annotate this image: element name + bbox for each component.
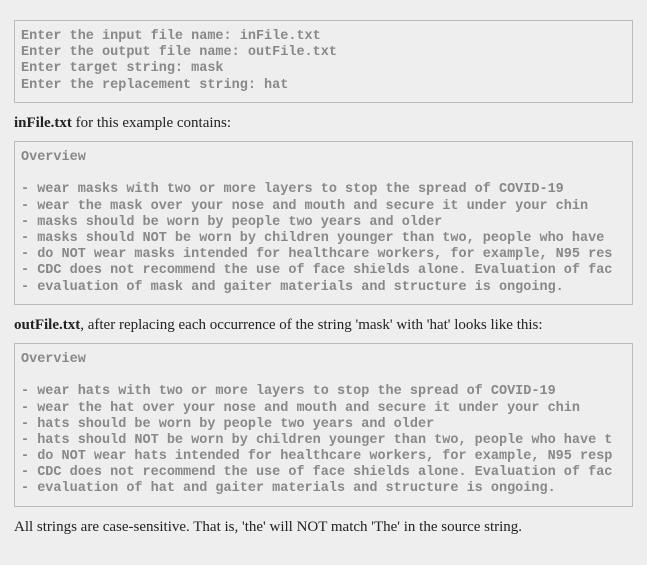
- infile-caption: inFile.txt for this example contains:: [14, 113, 633, 133]
- case-sensitive-note: All strings are case-sensitive. That is,…: [14, 517, 633, 537]
- infile-name: inFile.txt: [14, 115, 72, 131]
- document-page: Enter the input file name: inFile.txt En…: [0, 0, 647, 565]
- outfile-name: outFile.txt: [14, 317, 80, 333]
- outfile-caption-rest: , after replacing each occurrence of the…: [80, 317, 542, 333]
- outfile-block: Overview - wear hats with two or more la…: [14, 343, 633, 507]
- console-block: Enter the input file name: inFile.txt En…: [14, 20, 633, 103]
- outfile-caption: outFile.txt, after replacing each occurr…: [14, 315, 633, 335]
- infile-block: Overview - wear masks with two or more l…: [14, 141, 633, 305]
- infile-caption-rest: for this example contains:: [72, 115, 231, 131]
